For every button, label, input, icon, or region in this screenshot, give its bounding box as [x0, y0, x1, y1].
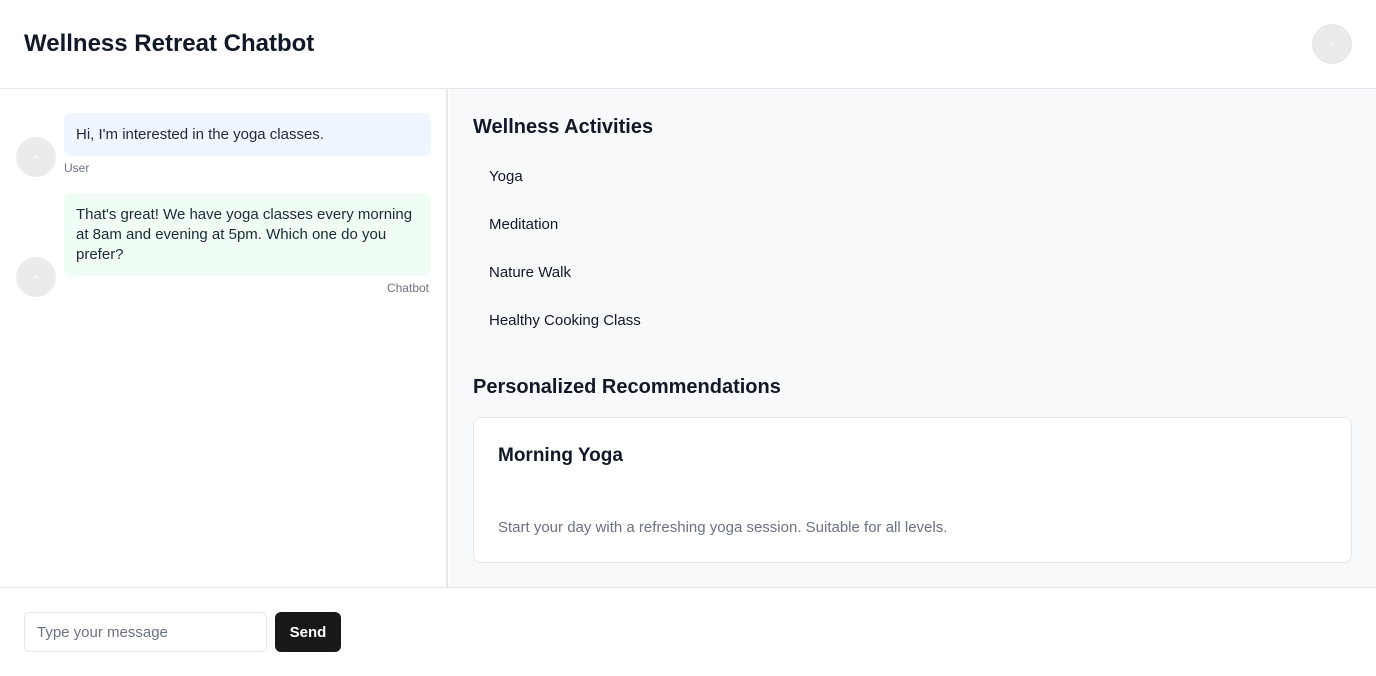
- recommendation-card[interactable]: Morning Yoga Start your day with a refre…: [473, 417, 1352, 563]
- message-sender-label: User: [64, 161, 90, 175]
- chatbot-avatar: [16, 257, 56, 297]
- page-title: Wellness Retreat Chatbot: [24, 30, 315, 57]
- app-header: Wellness Retreat Chatbot: [0, 0, 1376, 89]
- user-avatar: [16, 137, 56, 177]
- send-button[interactable]: Send: [275, 612, 341, 652]
- recommendation-description: Start your day with a refreshing yoga se…: [498, 519, 948, 536]
- side-panel: Wellness Activities Yoga Meditation Natu…: [449, 89, 1376, 587]
- activity-item-yoga[interactable]: Yoga: [473, 157, 873, 197]
- activity-item-nature-walk[interactable]: Nature Walk: [473, 253, 873, 293]
- chatbot-message-bubble: That's great! We have yoga classes every…: [64, 193, 431, 276]
- activities-heading: Wellness Activities: [473, 116, 654, 138]
- message-input[interactable]: [24, 612, 267, 652]
- message-sender-label: Chatbot: [386, 281, 429, 295]
- activity-item-meditation[interactable]: Meditation: [473, 205, 873, 245]
- activity-item-healthy-cooking-class[interactable]: Healthy Cooking Class: [473, 301, 873, 341]
- user-message-bubble: Hi, I'm interested in the yoga classes.: [64, 113, 431, 156]
- avatar-placeholder-dot: [1330, 42, 1334, 46]
- chat-pane[interactable]: Hi, I'm interested in the yoga classes. …: [0, 89, 448, 587]
- message-composer: Send: [0, 587, 1376, 676]
- recommendation-title: Morning Yoga: [498, 445, 623, 466]
- user-avatar-icon[interactable]: [1312, 24, 1352, 64]
- recommendations-heading: Personalized Recommendations: [473, 376, 781, 398]
